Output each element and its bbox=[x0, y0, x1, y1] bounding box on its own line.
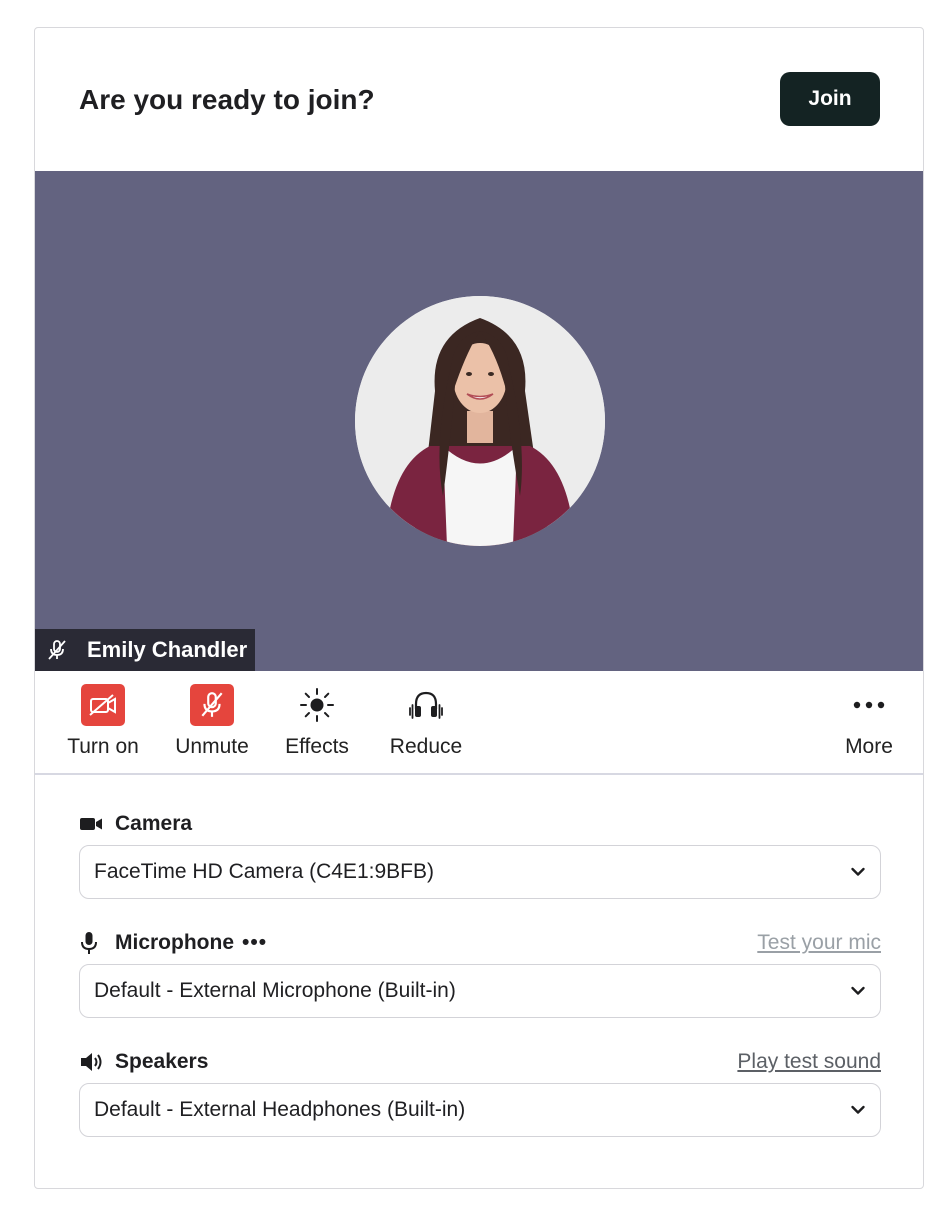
reduce-noise-button[interactable]: Reduce bbox=[376, 683, 476, 759]
microphone-value: Default - External Microphone (Built-in) bbox=[94, 979, 456, 1002]
camera-label: Camera bbox=[79, 812, 192, 836]
microphone-select[interactable]: Default - External Microphone (Built-in) bbox=[79, 964, 881, 1018]
chevron-down-icon bbox=[851, 1105, 865, 1114]
more-label: More bbox=[845, 735, 893, 758]
participant-name-tag: Emily Chandler bbox=[35, 629, 256, 671]
prejoin-card: Are you ready to join? Join Emily Chandl… bbox=[34, 27, 924, 1189]
video-off-icon bbox=[81, 684, 125, 726]
reduce-label: Reduce bbox=[389, 735, 463, 758]
speakers-select[interactable]: Default - External Headphones (Built-in) bbox=[79, 1083, 881, 1137]
avatar-photo bbox=[355, 296, 605, 546]
speakers-label: Speakers bbox=[79, 1050, 208, 1074]
turn-on-camera-button[interactable]: Turn on bbox=[53, 683, 153, 759]
unmute-button[interactable]: Unmute bbox=[162, 683, 262, 759]
more-dots-icon bbox=[853, 701, 885, 709]
test-mic-link[interactable]: Test your mic bbox=[757, 931, 881, 955]
effects-button[interactable]: Effects bbox=[267, 683, 367, 759]
microphone-more-button[interactable]: ••• bbox=[242, 931, 267, 955]
speaker-icon bbox=[81, 1053, 102, 1071]
camera-icon bbox=[80, 818, 102, 830]
speakers-value: Default - External Headphones (Built-in) bbox=[94, 1098, 466, 1121]
sun-icon bbox=[300, 688, 334, 722]
chevron-down-icon bbox=[851, 867, 865, 876]
avatar bbox=[355, 296, 605, 546]
play-test-sound-link[interactable]: Play test sound bbox=[737, 1050, 881, 1074]
chevron-down-icon bbox=[851, 986, 865, 995]
unmute-label: Unmute bbox=[175, 735, 249, 758]
join-button[interactable]: Join bbox=[780, 72, 880, 126]
effects-label: Effects bbox=[285, 735, 349, 758]
camera-select[interactable]: FaceTime HD Camera (C4E1:9BFB) bbox=[79, 845, 881, 899]
video-preview: Emily Chandler bbox=[35, 171, 923, 671]
page-title: Are you ready to join? bbox=[79, 84, 375, 115]
mic-off-icon bbox=[190, 684, 234, 726]
microphone-label: Microphone ••• bbox=[79, 931, 267, 955]
more-button[interactable]: More bbox=[819, 683, 919, 759]
headphones-icon bbox=[409, 691, 443, 719]
turn-on-label: Turn on bbox=[67, 735, 139, 758]
camera-value: FaceTime HD Camera (C4E1:9BFB) bbox=[94, 860, 434, 883]
microphone-icon bbox=[81, 932, 97, 954]
media-controls: Turn on Unmute Effects Reduce More bbox=[35, 671, 923, 775]
mic-off-icon bbox=[48, 640, 66, 660]
participant-name: Emily Chandler bbox=[87, 637, 248, 662]
header: Are you ready to join? Join bbox=[35, 28, 923, 172]
